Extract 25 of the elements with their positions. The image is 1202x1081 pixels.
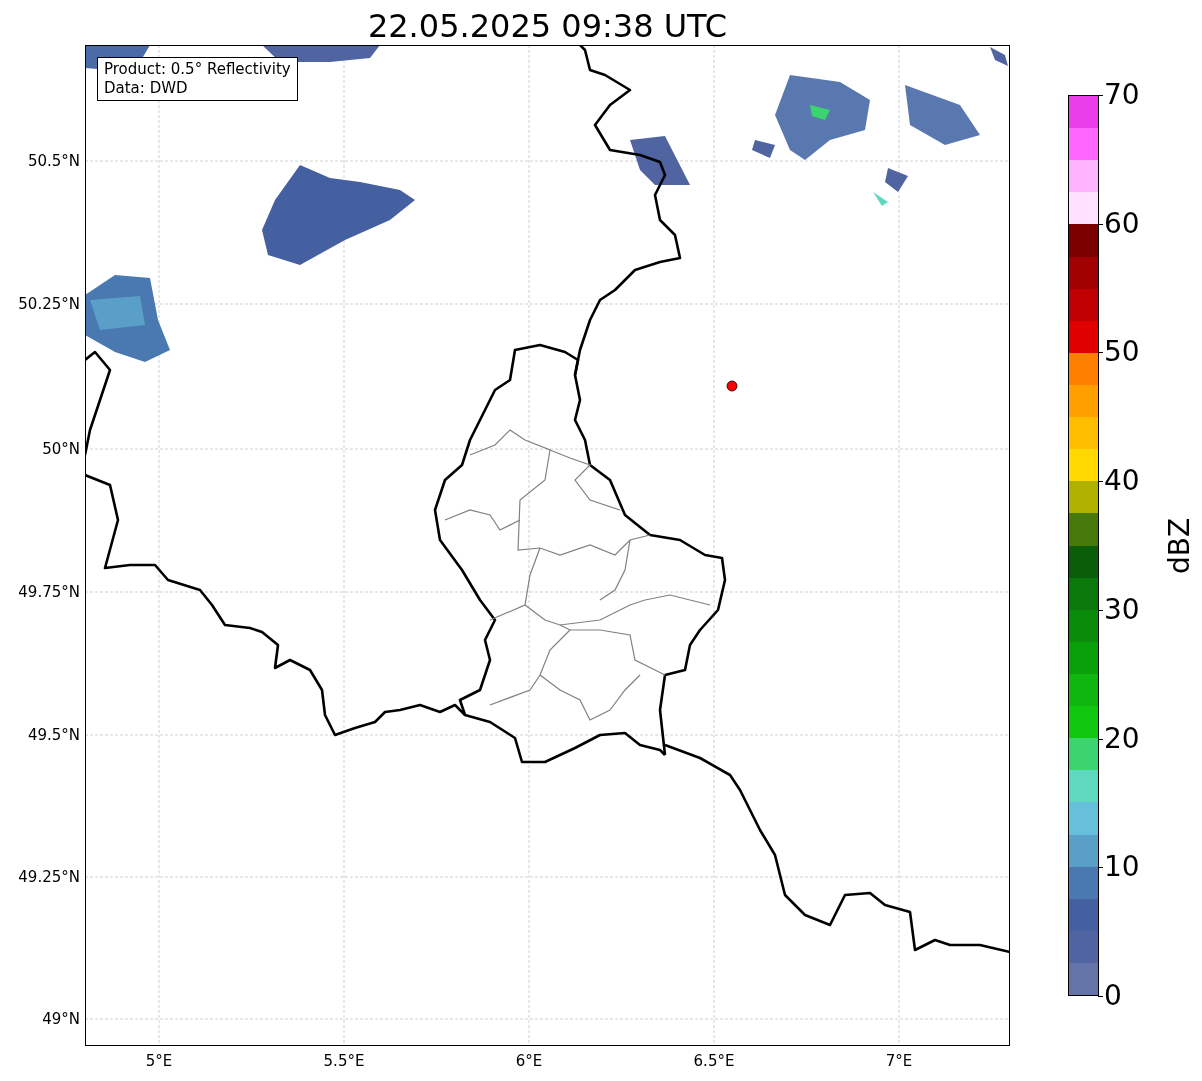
colorbar-tick-label: 50 xyxy=(1104,336,1140,369)
colorbar-tick-label: 60 xyxy=(1104,207,1140,240)
colorbar-tick-label: 20 xyxy=(1104,722,1140,755)
y-axis-label: 49°N xyxy=(41,1009,80,1029)
chart-title: 22.05.2025 09:38 UTC xyxy=(366,6,729,47)
info-text: Product: 0.5° Reflectivity xyxy=(104,60,291,79)
colorbar-tick-label: 10 xyxy=(1104,851,1140,884)
colorbar-label: dBZ xyxy=(1164,516,1196,577)
colorbar-tick-label: 30 xyxy=(1104,593,1140,626)
colorbar-tick-label: 0 xyxy=(1104,980,1122,1012)
location-marker xyxy=(726,380,738,392)
x-axis-label: 5°E xyxy=(144,1051,174,1072)
x-axis-label: 6.5°E xyxy=(692,1051,736,1072)
x-axis-label: 5.5°E xyxy=(322,1051,366,1072)
colorbar-tick-label: 40 xyxy=(1104,465,1140,498)
y-axis-label: 50.5°N xyxy=(26,151,80,171)
colorbar-tick-label: 70 xyxy=(1104,79,1140,111)
x-axis-label: 7°E xyxy=(884,1051,914,1072)
y-axis-label: 49.75°N xyxy=(17,582,80,602)
y-axis-label: 49.25°N xyxy=(17,867,80,887)
y-axis-label: 50.25°N xyxy=(17,294,80,314)
y-axis-label: 49.5°N xyxy=(26,725,80,745)
info-text: Data: DWD xyxy=(104,79,189,98)
y-axis-label: 50°N xyxy=(41,439,80,459)
x-axis-label: 6°E xyxy=(514,1051,544,1072)
